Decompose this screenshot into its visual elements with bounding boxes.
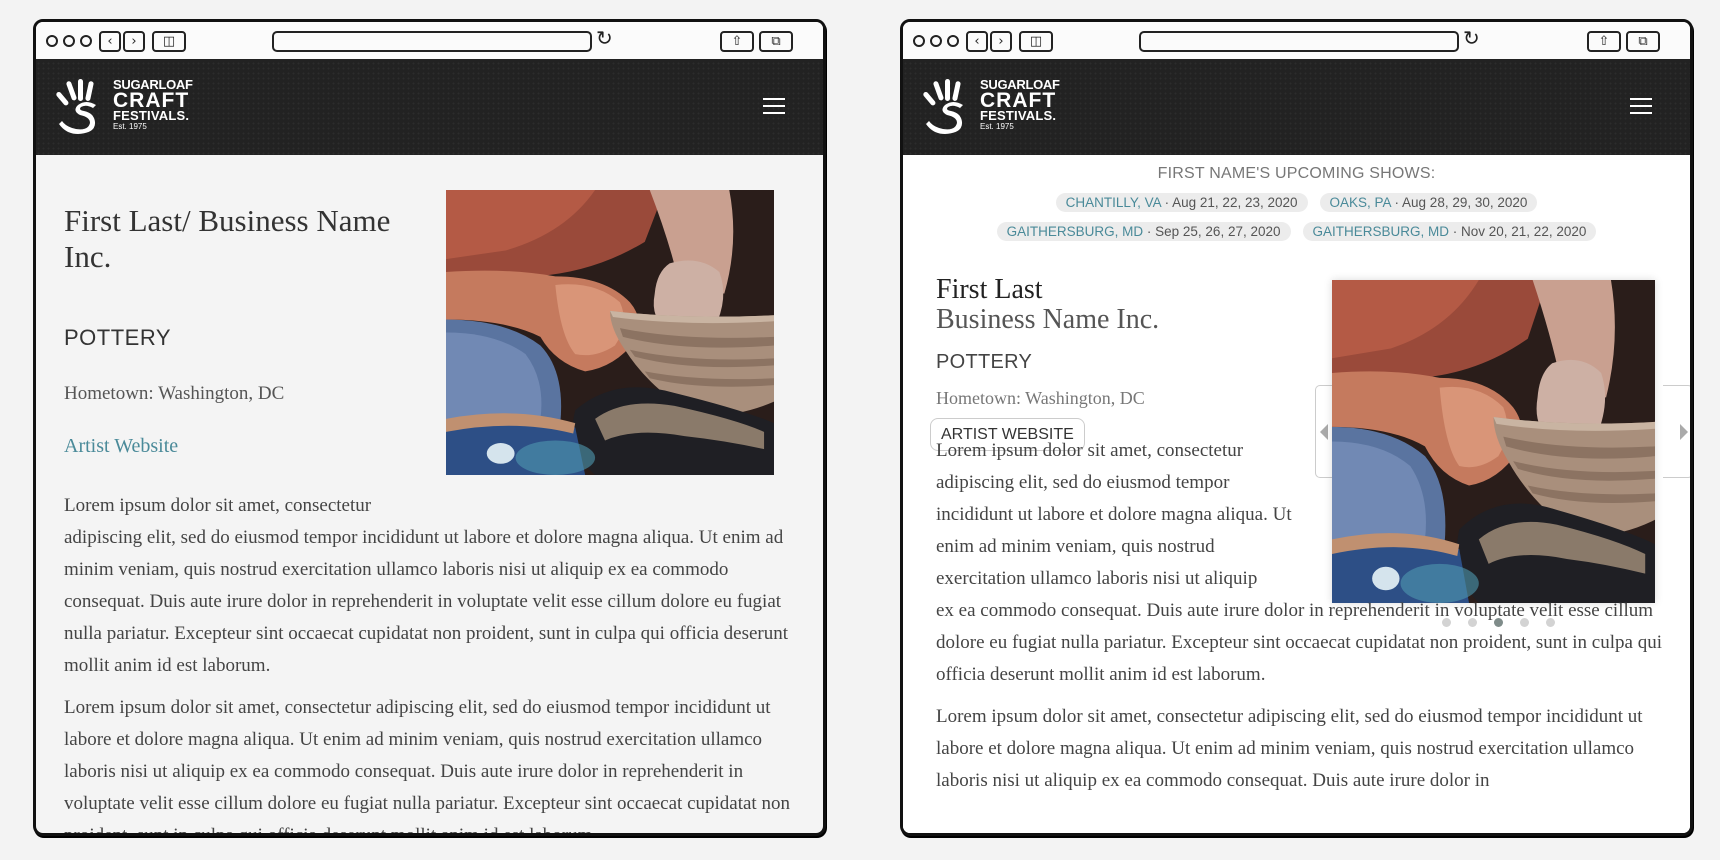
tabs-icon: ⧉ xyxy=(771,34,781,49)
forward-button[interactable]: › xyxy=(123,31,145,52)
carousel-photo xyxy=(1332,280,1655,603)
chevron-right-icon xyxy=(1680,424,1688,440)
upcoming-shows-heading: FIRST NAME'S UPCOMING SHOWS: xyxy=(1157,165,1436,182)
window-minimize-dot[interactable] xyxy=(930,35,942,47)
site-header: SUGARLOAF CRAFT FESTIVALS. Est. 1975 xyxy=(903,61,1690,155)
bio-paragraph: ex ea commodo consequat. Duis aute irure… xyxy=(936,600,1662,685)
back-button[interactable]: ‹ xyxy=(966,31,988,52)
share-button[interactable]: ⇧ xyxy=(1587,31,1621,52)
window-zoom-dot[interactable] xyxy=(80,35,92,47)
window-close-dot[interactable] xyxy=(46,35,58,47)
sidebar-toggle-button[interactable]: ◫ xyxy=(152,31,186,52)
forward-icon: › xyxy=(131,34,137,49)
artist-bio: Lorem ipsum dolor sit amet, consectetur … xyxy=(64,490,800,836)
show-tag[interactable]: OAKS, PA · Aug 28, 29, 30, 2020 xyxy=(1319,193,1538,212)
show-tag[interactable]: GAITHERSBURG, MD · Sep 25, 26, 27, 2020 xyxy=(996,222,1291,241)
address-bar[interactable] xyxy=(272,31,592,52)
sidebar-toggle-button[interactable]: ◫ xyxy=(1019,31,1053,52)
artist-title: First Last/ Business Name Inc. xyxy=(64,203,391,274)
bio-paragraph: Lorem ipsum dolor sit amet, consectetur … xyxy=(64,697,790,836)
reload-icon[interactable]: ↻ xyxy=(1463,28,1480,48)
craft-category: POTTERY xyxy=(64,325,172,350)
window-close-dot[interactable] xyxy=(913,35,925,47)
address-bar[interactable] xyxy=(1139,31,1459,52)
upcoming-shows-row: CHANTILLY, VA · Aug 21, 22, 23, 2020 OAKS… xyxy=(903,193,1690,212)
hand-logo-icon xyxy=(56,79,96,134)
artist-profile-content: FIRST NAME'S UPCOMING SHOWS: CHANTILLY, … xyxy=(903,155,1690,833)
sidebar-icon: ◫ xyxy=(1029,34,1043,49)
hometown: Hometown: Washington, DC xyxy=(936,388,1145,408)
artist-website-link[interactable]: Artist Website xyxy=(64,435,178,458)
sidebar-icon: ◫ xyxy=(162,34,176,49)
browser-chrome: ‹ › ◫ ↻ ⇧ ⧉ xyxy=(903,22,1690,61)
site-header: SUGARLOAF CRAFT FESTIVALS. Est. 1975 xyxy=(36,61,823,155)
upcoming-shows-row: GAITHERSBURG, MD · Sep 25, 26, 27, 2020 G… xyxy=(903,222,1690,241)
carousel-next-button[interactable] xyxy=(1663,385,1690,478)
share-button[interactable]: ⇧ xyxy=(720,31,754,52)
share-icon: ⇧ xyxy=(1598,34,1610,49)
bio-paragraph: Lorem ipsum dolor sit amet, consectetur … xyxy=(64,495,789,676)
artist-bio: ex ea commodo consequat. Duis aute irure… xyxy=(936,595,1666,807)
share-icon: ⇧ xyxy=(731,34,743,49)
hand-logo-icon xyxy=(923,79,963,134)
browser-window-mobile-left: ‹ › ◫ ↻ ⇧ ⧉ SUGARLOAF CRAFT FESTIVALS. E… xyxy=(33,19,826,836)
back-icon: ‹ xyxy=(107,34,113,49)
reload-icon[interactable]: ↻ xyxy=(596,28,613,48)
show-tag[interactable]: CHANTILLY, VA · Aug 21, 22, 23, 2020 xyxy=(1055,193,1308,212)
artist-profile-content: First Last/ Business Name Inc. POTTERY H… xyxy=(36,155,823,833)
artist-photo xyxy=(446,190,774,475)
window-minimize-dot[interactable] xyxy=(63,35,75,47)
logo-wordmark: SUGARLOAF CRAFT FESTIVALS. Est. 1975 xyxy=(980,77,1060,131)
sugarloaf-logo[interactable]: SUGARLOAF CRAFT FESTIVALS. Est. 1975 xyxy=(923,75,1063,137)
business-name: Business Name Inc. xyxy=(936,304,1160,335)
tabs-button[interactable]: ⧉ xyxy=(1626,31,1660,52)
craft-category: POTTERY xyxy=(936,351,1033,373)
back-icon: ‹ xyxy=(974,34,980,49)
artist-name: First Last xyxy=(936,274,1043,305)
tabs-button[interactable]: ⧉ xyxy=(759,31,793,52)
window-zoom-dot[interactable] xyxy=(947,35,959,47)
forward-button[interactable]: › xyxy=(990,31,1012,52)
show-tag[interactable]: GAITHERSBURG, MD · Nov 20, 21, 22, 2020 xyxy=(1302,222,1597,241)
browser-chrome: ‹ › ◫ ↻ ⇧ ⧉ xyxy=(36,22,823,61)
hamburger-menu-icon[interactable] xyxy=(1630,98,1652,115)
sugarloaf-logo[interactable]: SUGARLOAF CRAFT FESTIVALS. Est. 1975 xyxy=(56,75,196,137)
hamburger-menu-icon[interactable] xyxy=(763,98,785,115)
browser-window-mobile-right: ‹ › ◫ ↻ ⇧ ⧉ SUGARLOAF CRAFT FESTIVALS. E… xyxy=(900,19,1693,836)
chevron-left-icon xyxy=(1320,424,1328,440)
bio-paragraph: Lorem ipsum dolor sit amet, consectetur … xyxy=(936,706,1643,791)
logo-wordmark: SUGARLOAF CRAFT FESTIVALS. Est. 1975 xyxy=(113,77,193,131)
bio-paragraph-wrap-text: Lorem ipsum dolor sit amet, consectetur … xyxy=(936,440,1292,589)
hometown: Hometown: Washington, DC xyxy=(64,383,285,404)
back-button[interactable]: ‹ xyxy=(99,31,121,52)
forward-icon: › xyxy=(998,34,1004,49)
tabs-icon: ⧉ xyxy=(1638,34,1648,49)
